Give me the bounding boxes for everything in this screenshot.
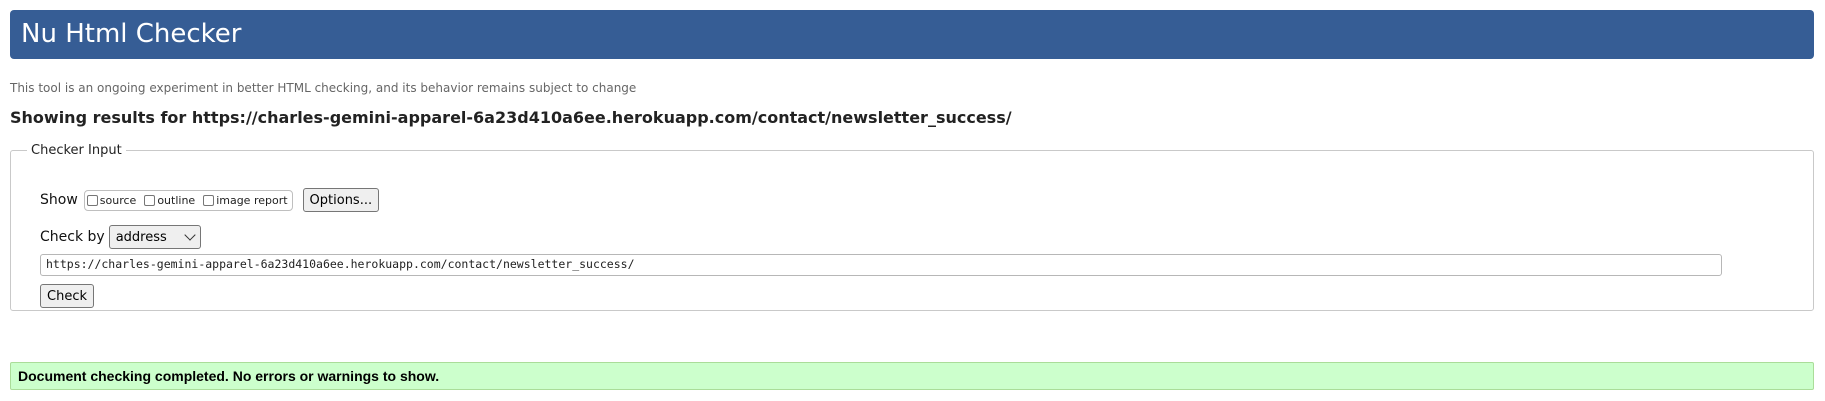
results-heading: Showing results for https://charles-gemi…: [10, 108, 1012, 127]
show-row: Show source outline image report Options…: [40, 188, 380, 212]
image-report-checkbox-label: image report: [216, 193, 288, 207]
check-by-selected-value: address: [115, 229, 167, 245]
page-title: Nu Html Checker: [21, 19, 242, 49]
chevron-down-icon: [184, 229, 196, 241]
show-image-report-option[interactable]: image report: [203, 193, 288, 207]
check-by-select[interactable]: address: [108, 225, 201, 249]
check-by-row: Check by address: [40, 225, 201, 249]
options-button[interactable]: Options...: [302, 188, 380, 212]
show-source-option[interactable]: source: [86, 193, 137, 207]
check-by-label: Check by: [40, 229, 105, 245]
show-label: Show: [40, 192, 78, 208]
checker-input-legend: Checker Input: [31, 143, 122, 158]
check-button[interactable]: Check: [40, 284, 94, 308]
url-input[interactable]: https://charles-gemini-apparel-6a23d410a…: [40, 254, 1722, 276]
source-checkbox-label: source: [99, 193, 137, 207]
show-options-group: source outline image report: [83, 189, 293, 211]
intro-subtitle: This tool is an ongoing experiment in be…: [10, 81, 637, 95]
outline-checkbox-label: outline: [157, 193, 196, 207]
source-checkbox[interactable]: [86, 194, 98, 206]
outline-checkbox[interactable]: [144, 194, 156, 206]
image-report-checkbox[interactable]: [203, 194, 215, 206]
page: Nu Html Checker This tool is an ongoing …: [0, 0, 1825, 401]
show-outline-option[interactable]: outline: [144, 194, 195, 207]
header-banner: Nu Html Checker: [10, 10, 1814, 59]
checker-input-fieldset: Checker Input Show source outline image …: [10, 143, 1814, 311]
result-success-message: Document checking completed. No errors o…: [10, 362, 1814, 390]
